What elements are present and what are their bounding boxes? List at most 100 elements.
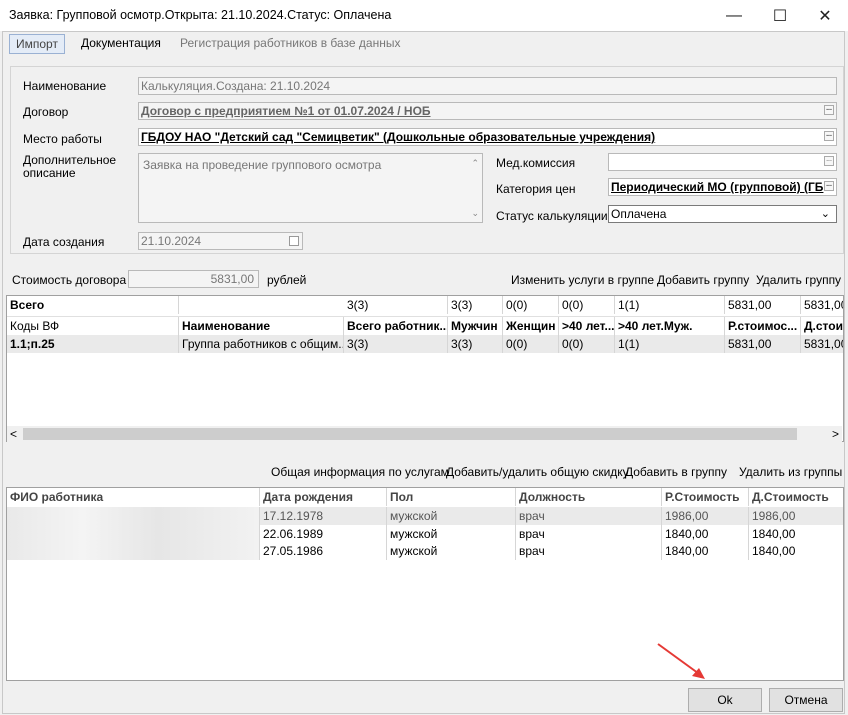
red-arrow-icon: [657, 643, 705, 679]
window-title: Заявка: Групповой осмотр.Открыта: 21.10.…: [9, 8, 392, 22]
column-header[interactable]: Женщин: [503, 317, 559, 335]
add-group-button[interactable]: Добавить группу: [657, 273, 749, 287]
add-to-group-button[interactable]: Добавить в группу: [625, 465, 727, 479]
worker-position-cell: врач: [516, 525, 662, 543]
contract-field[interactable]: Договор с предприятием №1 от 01.07.2024 …: [138, 102, 837, 120]
column-header[interactable]: Дата рождения: [260, 488, 387, 506]
checkbox-icon[interactable]: [289, 236, 299, 246]
close-icon: ✕: [818, 7, 832, 25]
column-header[interactable]: Пол: [387, 488, 516, 506]
contract-browse-button[interactable]: ...: [824, 105, 834, 115]
maximize-button[interactable]: ☐: [757, 0, 803, 31]
title-bar: Заявка: Групповой осмотр.Открыта: 21.10.…: [0, 0, 848, 31]
description-textarea[interactable]: Заявка на проведение группового осмотра …: [138, 153, 483, 223]
groups-total-row: Всего 3(3) 3(3) 0(0) 0(0) 1(1) 5831,00 5…: [7, 296, 844, 314]
table-row[interactable]: 17.12.1978 мужской врач 1986,00 1986,00: [7, 507, 843, 525]
ok-button[interactable]: Ok: [688, 688, 762, 712]
worker-dcost-cell: 1986,00: [752, 509, 796, 523]
contract-label: Договор: [23, 105, 69, 119]
change-group-services-button[interactable]: Изменить услуги в группе: [511, 273, 654, 287]
status-label: Статус калькуляции: [496, 209, 608, 223]
groups-table: Всего 3(3) 3(3) 0(0) 0(0) 1(1) 5831,00 5…: [6, 295, 844, 442]
column-header[interactable]: >40 лет.Муж.: [615, 317, 725, 335]
created-date-value: 21.10.2024: [141, 234, 202, 248]
group-value-cell: 3(3): [448, 335, 503, 353]
tab-import[interactable]: Импорт: [9, 34, 65, 54]
workers-header-row: ФИО работника Дата рождения Пол Должност…: [7, 488, 843, 506]
chevron-down-icon: ⌄: [820, 208, 830, 220]
column-header[interactable]: Р.стоимос...: [725, 317, 801, 335]
description-value: Заявка на проведение группового осмотра: [143, 158, 382, 172]
worker-gender-cell: мужской: [387, 525, 516, 543]
services-info-button[interactable]: Общая информация по услугам: [271, 465, 449, 479]
workplace-label: Место работы: [23, 132, 102, 146]
minimize-button[interactable]: —: [711, 0, 757, 31]
table-row[interactable]: 27.05.1986 мужской врач 1840,00 1840,00: [7, 542, 843, 560]
column-header[interactable]: Д.Стоимость: [749, 488, 843, 506]
column-header[interactable]: Мужчин: [448, 317, 503, 335]
created-label: Дата создания: [23, 235, 105, 249]
cost-field: 5831,00: [128, 270, 259, 288]
column-header[interactable]: ФИО работника: [7, 488, 260, 506]
table-row[interactable]: 22.06.1989 мужской врач 1840,00 1840,00: [7, 525, 843, 543]
pricecat-label: Категория цен: [496, 182, 576, 196]
scroll-left-icon[interactable]: <: [10, 426, 17, 442]
worker-gender-cell: мужской: [387, 542, 516, 560]
column-header[interactable]: Коды ВФ: [7, 317, 179, 335]
remove-from-group-button[interactable]: Удалить из группы: [739, 465, 842, 479]
medcom-label: Мед.комиссия: [496, 156, 576, 170]
group-value-cell: 3(3): [344, 335, 448, 353]
tab-worker-registration[interactable]: Регистрация работников в базе данных: [174, 34, 406, 54]
status-value: Оплачена: [611, 207, 667, 221]
worker-rcost-cell: 1840,00: [662, 542, 749, 560]
scroll-down-icon[interactable]: ⌄: [471, 206, 479, 220]
groups-header-row: Коды ВФ Наименование Всего работник... М…: [7, 316, 843, 335]
worker-rcost-cell: 1840,00: [662, 525, 749, 543]
column-header[interactable]: Наименование: [179, 317, 344, 335]
groups-horizontal-scrollbar[interactable]: < >: [7, 426, 842, 442]
name-field: Калькуляция.Создана: 21.10.2024: [138, 77, 837, 95]
pricecat-browse-button[interactable]: ...: [824, 181, 834, 191]
column-header[interactable]: >40 лет...: [559, 317, 615, 335]
minimize-icon: —: [726, 6, 742, 24]
worker-name-cell: [7, 507, 260, 525]
contract-value: Договор с предприятием №1 от 01.07.2024 …: [141, 104, 431, 118]
column-header[interactable]: Должность: [516, 488, 662, 506]
total-cell: [179, 296, 344, 314]
close-button[interactable]: ✕: [802, 0, 848, 31]
total-cell: 0(0): [559, 296, 615, 314]
name-label: Наименование: [23, 79, 107, 93]
status-select[interactable]: Оплачена ⌄: [608, 205, 837, 223]
cancel-button[interactable]: Отмена: [769, 688, 843, 712]
table-row[interactable]: 1.1;п.25 Группа работников с общим... 3(…: [7, 335, 843, 353]
total-cell: Всего: [7, 296, 179, 314]
column-header[interactable]: Всего работник...: [344, 317, 448, 335]
total-cell: 3(3): [344, 296, 448, 314]
delete-group-button[interactable]: Удалить группу: [756, 273, 841, 287]
discount-button[interactable]: Добавить/удалить общую скидку: [446, 465, 629, 479]
maximize-icon: ☐: [772, 7, 788, 25]
column-header[interactable]: Д.стои: [801, 317, 843, 335]
workplace-browse-button[interactable]: ...: [824, 131, 834, 141]
scrollbar-thumb[interactable]: [23, 428, 797, 440]
tab-documentation[interactable]: Документация: [75, 34, 167, 54]
cost-unit: рублей: [267, 273, 307, 287]
column-header[interactable]: Р.Стоимость: [662, 488, 749, 506]
group-code-cell: 1.1;п.25: [7, 335, 179, 353]
worker-name-cell: [7, 525, 260, 543]
total-cell: 5831,00: [804, 298, 844, 312]
worker-position-cell: врач: [516, 507, 662, 525]
medcom-browse-button[interactable]: ...: [824, 156, 834, 166]
workplace-value: ГБДОУ НАО "Детский сад "Семицветик" (Дош…: [141, 130, 656, 144]
created-date-field[interactable]: 21.10.2024: [138, 232, 303, 250]
workplace-field[interactable]: ГБДОУ НАО "Детский сад "Семицветик" (Дош…: [138, 128, 837, 146]
total-cell: 5831,00: [725, 296, 801, 314]
group-value-cell: 0(0): [559, 335, 615, 353]
scroll-right-icon[interactable]: >: [832, 426, 839, 442]
scroll-up-icon[interactable]: ⌃: [471, 156, 479, 170]
group-value-cell: 1(1): [615, 335, 725, 353]
total-cell: 0(0): [503, 296, 559, 314]
pricecat-field[interactable]: Периодический МО (групповой) (ГБ ...: [608, 178, 837, 196]
medcom-field[interactable]: ...: [608, 153, 837, 171]
group-value-cell: 5831,00: [725, 335, 801, 353]
